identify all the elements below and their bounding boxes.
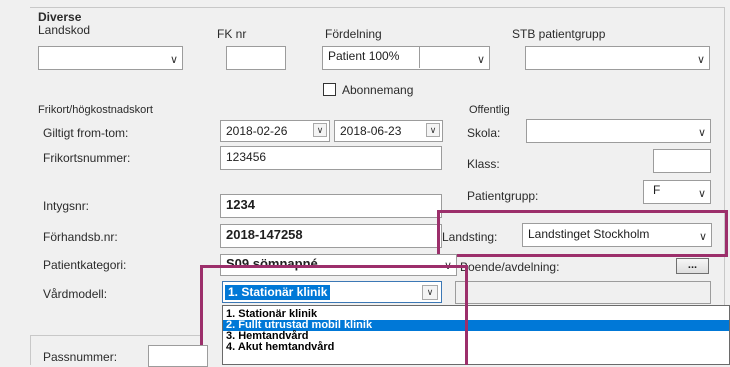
fknr-label: FK nr: [217, 27, 247, 41]
boende-browse-button[interactable]: ...: [676, 258, 709, 274]
lower-panel-border: [30, 335, 200, 336]
from-date-value: 2018-02-26: [226, 124, 288, 138]
klass-label: Klass:: [467, 157, 500, 171]
landskod-label: Landskod: [38, 23, 91, 37]
from-date-picker[interactable]: 2018-02-26 ∨: [220, 120, 330, 142]
intyg-value: 1234: [226, 197, 255, 212]
panel-right-border: [724, 7, 725, 307]
landsting-select[interactable]: Landstinget Stockholm ∨: [522, 223, 712, 247]
tom-date-picker[interactable]: 2018-06-23 ∨: [334, 120, 443, 142]
chevron-down-icon: ∨: [697, 127, 706, 139]
patientgrupp-label: Patientgrupp:: [467, 189, 539, 203]
fordelning-label: Fördelning: [325, 27, 382, 41]
landskod-select[interactable]: ∨: [38, 46, 183, 70]
abonnemang-label: Abonnemang: [342, 83, 414, 97]
skola-select[interactable]: ∨: [526, 119, 711, 143]
chevron-down-icon: ∨: [697, 188, 706, 200]
chevron-down-icon: ∨: [476, 54, 485, 66]
forhandsb-input[interactable]: 2018-147258: [220, 224, 442, 248]
chevron-down-icon: ∨: [169, 54, 178, 66]
boende-input[interactable]: [455, 281, 711, 304]
passnummer-input[interactable]: [148, 345, 208, 367]
patientgrupp-select[interactable]: F ∨: [643, 180, 711, 204]
patientkategori-label: Patientkategori:: [43, 258, 127, 272]
forhandsb-value: 2018-147258: [226, 227, 303, 242]
tom-date-value: 2018-06-23: [340, 124, 402, 138]
frikort-title: Frikort/högkostnadskort: [38, 104, 153, 116]
fknr-input[interactable]: [226, 46, 286, 70]
abonnemang-checkbox[interactable]: [323, 83, 336, 96]
chevron-down-icon: ∨: [696, 54, 705, 66]
lower-panel-left-border: [30, 335, 31, 365]
landsting-label: Landsting:: [442, 230, 498, 244]
fordelning-value: Patient 100%: [328, 47, 421, 68]
boende-label: Boende/avdelning:: [460, 260, 560, 274]
frikortsnummer-input[interactable]: 123456: [220, 146, 442, 170]
vardmodell-label: Vårdmodell:: [43, 287, 108, 301]
passnummer-label: Passnummer:: [43, 350, 118, 364]
patientgrupp-value: F: [653, 183, 661, 197]
intyg-label: Intygsnr:: [43, 199, 90, 213]
frikortsnummer-label: Frikortsnummer:: [43, 151, 131, 165]
fordelning-select[interactable]: Patient 100% ∨: [322, 46, 490, 70]
stb-label: STB patientgrupp: [512, 27, 606, 41]
forhandsb-label: Förhandsb.nr:: [43, 230, 118, 244]
calendar-dropdown-icon[interactable]: ∨: [313, 123, 327, 137]
skola-label: Skola:: [467, 126, 501, 140]
giltigt-label: Giltigt from-tom:: [43, 126, 129, 140]
offentlig-title: Offentlig: [469, 104, 510, 116]
panel-top-border: [30, 7, 725, 8]
chevron-down-icon: ∨: [698, 231, 707, 243]
section-title: Diverse: [38, 10, 82, 24]
landsting-value: Landstinget Stockholm: [528, 227, 650, 241]
klass-input[interactable]: [653, 149, 711, 173]
calendar-dropdown-icon[interactable]: ∨: [426, 123, 440, 137]
vardmodell-highlight-frame: [200, 265, 468, 365]
intyg-input[interactable]: 1234: [220, 194, 442, 218]
stb-select[interactable]: ∨: [525, 46, 710, 70]
frikortsnummer-value: 123456: [226, 150, 267, 164]
